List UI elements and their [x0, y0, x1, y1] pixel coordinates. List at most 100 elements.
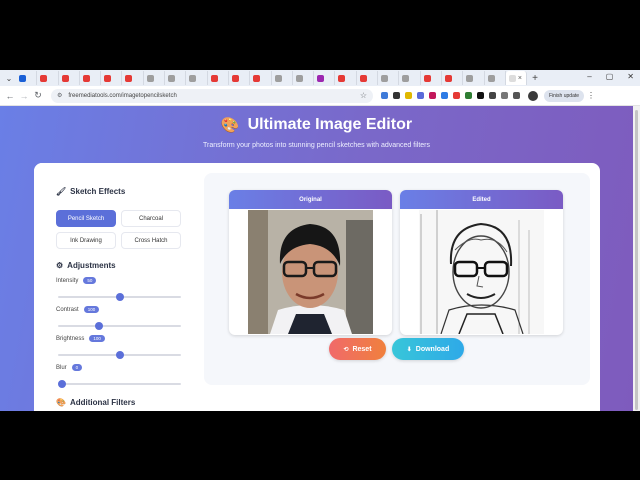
effect-ink-drawing-button[interactable]: Ink Drawing — [56, 232, 116, 249]
brightness-label: Brightness 100 — [56, 335, 105, 342]
download-button[interactable]: ⬇ Download — [392, 338, 464, 360]
tab-favicon-icon — [40, 74, 48, 82]
brightness-slider[interactable] — [58, 351, 181, 359]
browser-tab-active[interactable]: × — [505, 71, 528, 85]
tab-favicon-icon — [274, 74, 282, 82]
brush-icon: 🖌 — [56, 187, 67, 196]
tab-favicon-icon — [189, 74, 197, 82]
intensity-slider[interactable] — [58, 293, 181, 301]
extension-icon[interactable] — [441, 92, 448, 99]
browser-tab[interactable] — [186, 71, 208, 85]
browser-tab[interactable] — [101, 71, 123, 85]
browser-tab[interactable] — [272, 71, 293, 85]
page-scrollbar[interactable] — [633, 106, 640, 411]
brightness-slider-thumb[interactable] — [115, 351, 124, 359]
contrast-label-text: Contrast — [56, 306, 79, 313]
profile-avatar[interactable] — [528, 90, 538, 101]
extension-icon[interactable] — [381, 92, 388, 99]
tab-favicon-icon — [338, 74, 346, 82]
edited-sketch — [419, 210, 544, 334]
scrollbar-thumb[interactable] — [635, 110, 638, 410]
browser-tab[interactable] — [293, 71, 315, 85]
download-label: Download — [415, 345, 450, 353]
extension-icon[interactable] — [405, 92, 412, 99]
contrast-slider-thumb[interactable] — [94, 322, 103, 330]
address-bar[interactable]: ⚙ freemediatools.com/imagetopencilsketch… — [51, 88, 373, 103]
browser-tab[interactable] — [229, 71, 251, 85]
browser-tab[interactable] — [335, 71, 357, 85]
tab-favicon-icon — [381, 74, 389, 82]
extension-icon[interactable] — [513, 92, 520, 99]
site-info-icon[interactable]: ⚙ — [57, 92, 62, 99]
effect-cross-hatch-button[interactable]: Cross Hatch — [121, 232, 181, 249]
browser-tab[interactable] — [122, 71, 144, 85]
tab-favicon-icon — [231, 74, 239, 82]
intensity-slider-thumb[interactable] — [115, 293, 124, 301]
blur-label-text: Blur — [56, 364, 67, 371]
browser-tab[interactable] — [144, 71, 166, 85]
editor-card: 🖌 Sketch Effects Pencil Sketch Charcoal … — [34, 163, 600, 411]
browser-toolbar: ← → ↻ ⚙ freemediatools.com/imagetopencil… — [0, 86, 640, 106]
page-subtitle: Transform your photos into stunning penc… — [203, 142, 430, 149]
browser-tab[interactable] — [59, 71, 80, 85]
reload-icon[interactable]: ↻ — [31, 90, 45, 101]
extension-icon[interactable] — [417, 92, 424, 99]
extension-icon[interactable] — [489, 92, 496, 99]
tab-favicon-icon — [82, 74, 90, 82]
forward-icon[interactable]: → — [17, 91, 31, 101]
close-tab-icon[interactable]: × — [518, 75, 522, 82]
minimize-button[interactable]: – — [587, 72, 591, 81]
blur-slider[interactable] — [58, 380, 181, 388]
maximize-button[interactable]: ▢ — [606, 72, 614, 81]
contrast-value-badge: 100 — [83, 306, 100, 313]
extension-icon[interactable] — [429, 92, 436, 99]
browser-tab[interactable] — [37, 71, 59, 85]
back-icon[interactable]: ← — [3, 91, 17, 101]
browser-tab[interactable] — [16, 71, 38, 85]
tab-search-icon[interactable]: ⌄ — [4, 73, 14, 83]
browser-tab[interactable] — [485, 71, 506, 85]
page-title: 🎨 Ultimate Image Editor — [0, 116, 633, 134]
browser-tab[interactable] — [378, 71, 400, 85]
extension-icon[interactable] — [393, 92, 400, 99]
blur-slider-thumb[interactable] — [58, 380, 66, 388]
browser-tab[interactable] — [442, 71, 464, 85]
reset-label: Reset — [352, 345, 372, 353]
palette-icon: 🎨 — [220, 117, 240, 134]
finish-update-button[interactable]: Finish update — [544, 89, 585, 102]
tab-favicon-icon — [444, 74, 452, 82]
extension-icon[interactable] — [477, 92, 484, 99]
tab-favicon-icon — [210, 74, 218, 82]
extension-icon[interactable] — [453, 92, 460, 99]
browser-tab[interactable] — [314, 71, 336, 85]
browser-tab[interactable] — [165, 71, 187, 85]
screen: ⌄ × + – ▢ ✕ ← → ↻ ⚙ freemediatools.com/i… — [0, 0, 640, 480]
bookmark-star-icon[interactable]: ☆ — [360, 91, 367, 100]
brightness-label-text: Brightness — [56, 335, 85, 342]
window-controls: – ▢ ✕ — [587, 72, 634, 81]
browser-tab[interactable] — [399, 71, 421, 85]
effect-charcoal-button[interactable]: Charcoal — [121, 210, 181, 227]
tab-favicon-icon — [104, 74, 112, 82]
browser-tab[interactable] — [208, 71, 229, 85]
tab-favicon-icon — [402, 74, 410, 82]
tab-favicon-icon — [146, 74, 154, 82]
blur-value-badge: 0 — [71, 364, 83, 371]
browser-tab[interactable] — [421, 71, 442, 85]
close-window-button[interactable]: ✕ — [627, 72, 634, 81]
browser-tab[interactable] — [250, 71, 272, 85]
extension-icon[interactable] — [465, 92, 472, 99]
browser-tab[interactable] — [357, 71, 379, 85]
browser-tab[interactable] — [463, 71, 485, 85]
browser-tab[interactable] — [80, 71, 102, 85]
web-page: 🎨 Ultimate Image Editor Transform your p… — [0, 106, 633, 411]
effect-pencil-sketch-button[interactable]: Pencil Sketch — [56, 210, 116, 227]
reset-button[interactable]: ⟲ Reset — [329, 338, 386, 360]
contrast-slider[interactable] — [58, 322, 181, 330]
menu-dots-icon[interactable]: ⋮ — [587, 91, 595, 100]
new-tab-button[interactable]: + — [532, 73, 538, 84]
intensity-value-badge: 50 — [83, 277, 97, 284]
url-text: freemediatools.com/imagetopencilsketch — [68, 92, 177, 99]
edited-header: Edited — [400, 190, 563, 209]
extension-icon[interactable] — [501, 92, 508, 99]
